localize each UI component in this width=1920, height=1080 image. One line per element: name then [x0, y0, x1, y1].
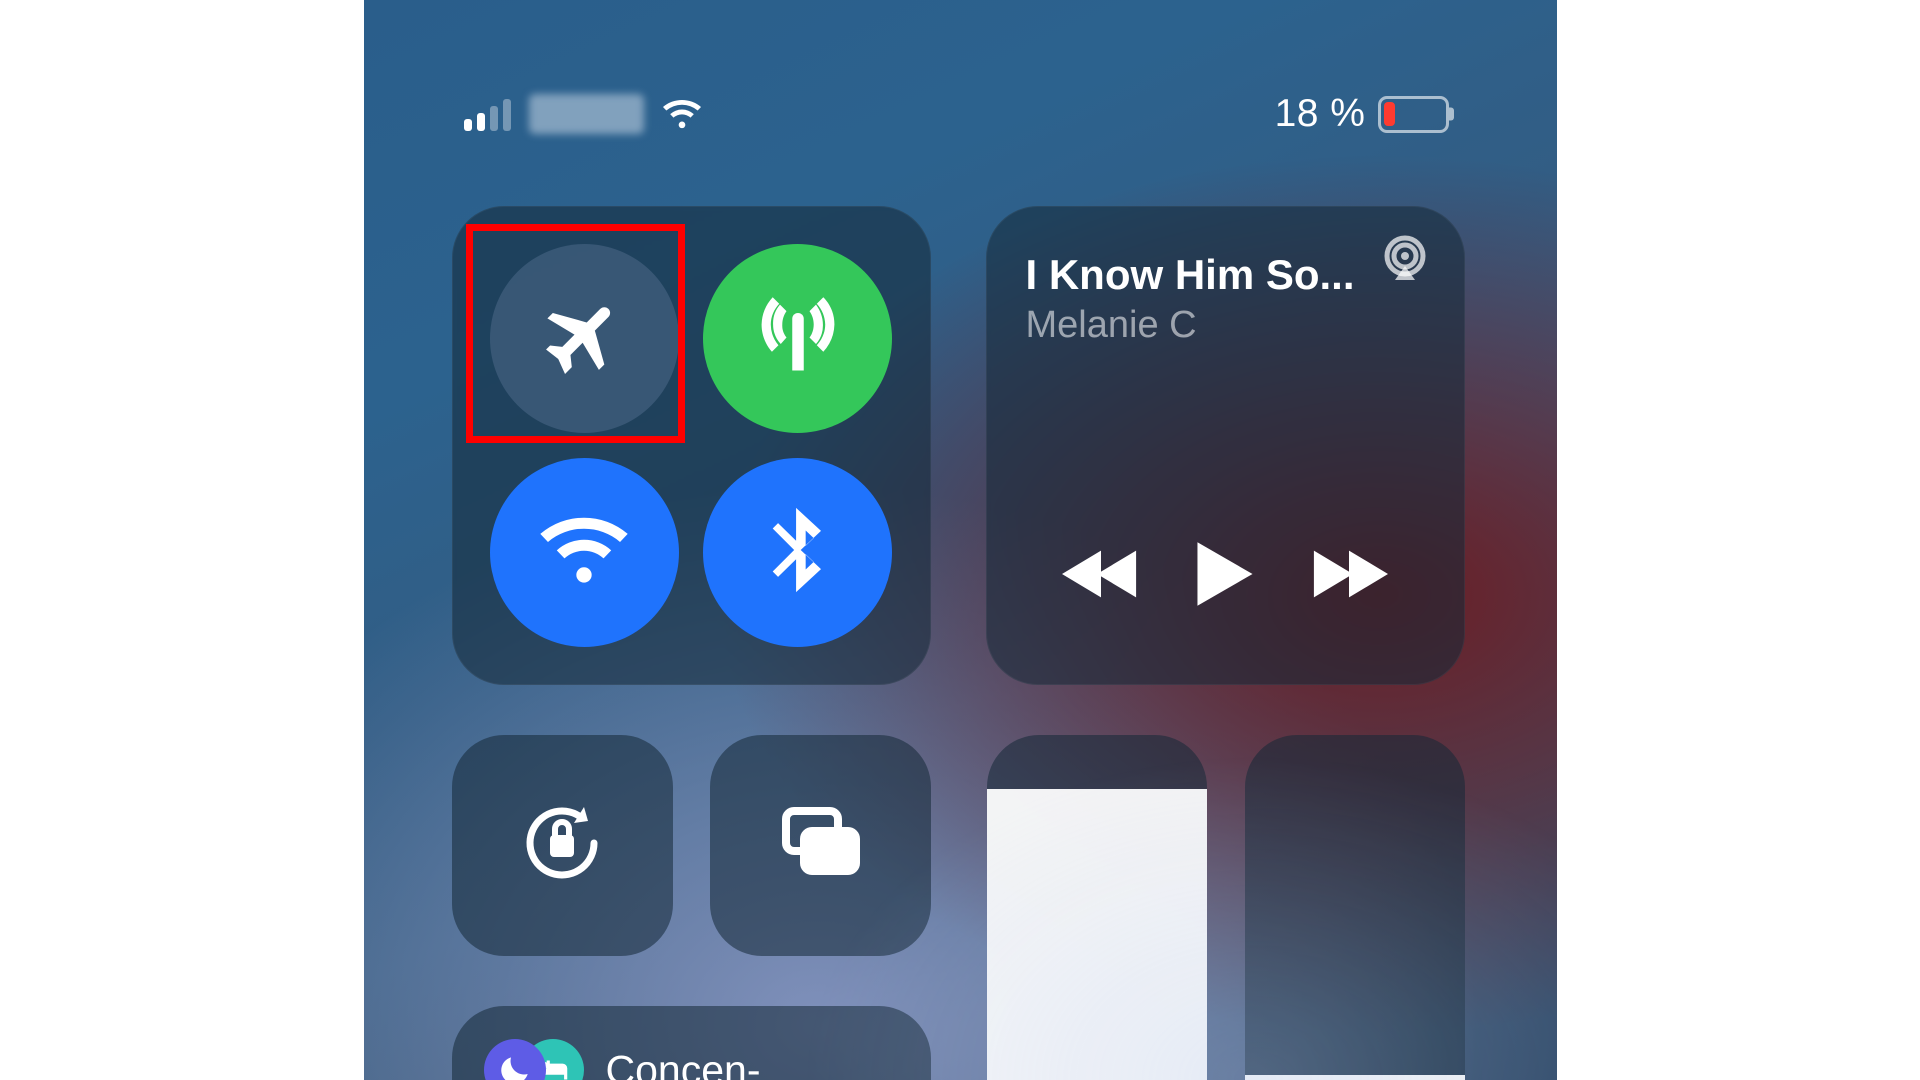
orientation-lock-toggle[interactable]	[452, 735, 673, 956]
airplay-button[interactable]	[1379, 234, 1431, 291]
battery-level-indicator	[1384, 102, 1396, 126]
connectivity-panel[interactable]	[452, 206, 931, 685]
media-playback-panel[interactable]: I Know Him So... Melanie C	[986, 206, 1465, 685]
volume-slider-fill	[1245, 1075, 1465, 1080]
wifi-toggle[interactable]	[490, 458, 679, 647]
antenna-icon	[752, 290, 844, 387]
media-previous-button[interactable]	[1062, 546, 1140, 607]
brightness-slider[interactable]	[987, 735, 1207, 1080]
media-play-button[interactable]	[1192, 538, 1258, 615]
bluetooth-icon	[752, 504, 844, 601]
cellular-signal-icon	[464, 97, 511, 131]
wifi-status-icon	[662, 94, 702, 134]
media-track-title: I Know Him So...	[1026, 252, 1425, 298]
orientation-lock-icon	[514, 795, 610, 896]
ios-control-center: 18 %	[364, 0, 1557, 1080]
airplane-mode-toggle[interactable]	[490, 244, 679, 433]
screen-mirroring-button[interactable]	[710, 735, 931, 956]
volume-icon	[1320, 1076, 1390, 1080]
bluetooth-toggle[interactable]	[703, 458, 892, 647]
cellular-data-toggle[interactable]	[703, 244, 892, 433]
carrier-name-obscured	[529, 94, 644, 134]
media-artist-label: Melanie C	[1026, 304, 1425, 347]
volume-slider[interactable]	[1245, 735, 1465, 1080]
wifi-icon	[538, 504, 630, 601]
tutorial-highlight-box	[466, 224, 685, 443]
do-not-disturb-icon	[484, 1039, 546, 1080]
screen-mirroring-icon	[772, 795, 868, 896]
status-bar: 18 %	[364, 82, 1557, 146]
battery-icon	[1378, 96, 1449, 133]
battery-percent-label: 18 %	[1275, 92, 1366, 136]
airplane-icon	[538, 290, 630, 387]
focus-mode-label: Concen-	[606, 1050, 761, 1080]
focus-mode-button[interactable]: Concen-	[452, 1006, 931, 1080]
brightness-slider-fill	[987, 789, 1207, 1080]
media-next-button[interactable]	[1310, 546, 1388, 607]
